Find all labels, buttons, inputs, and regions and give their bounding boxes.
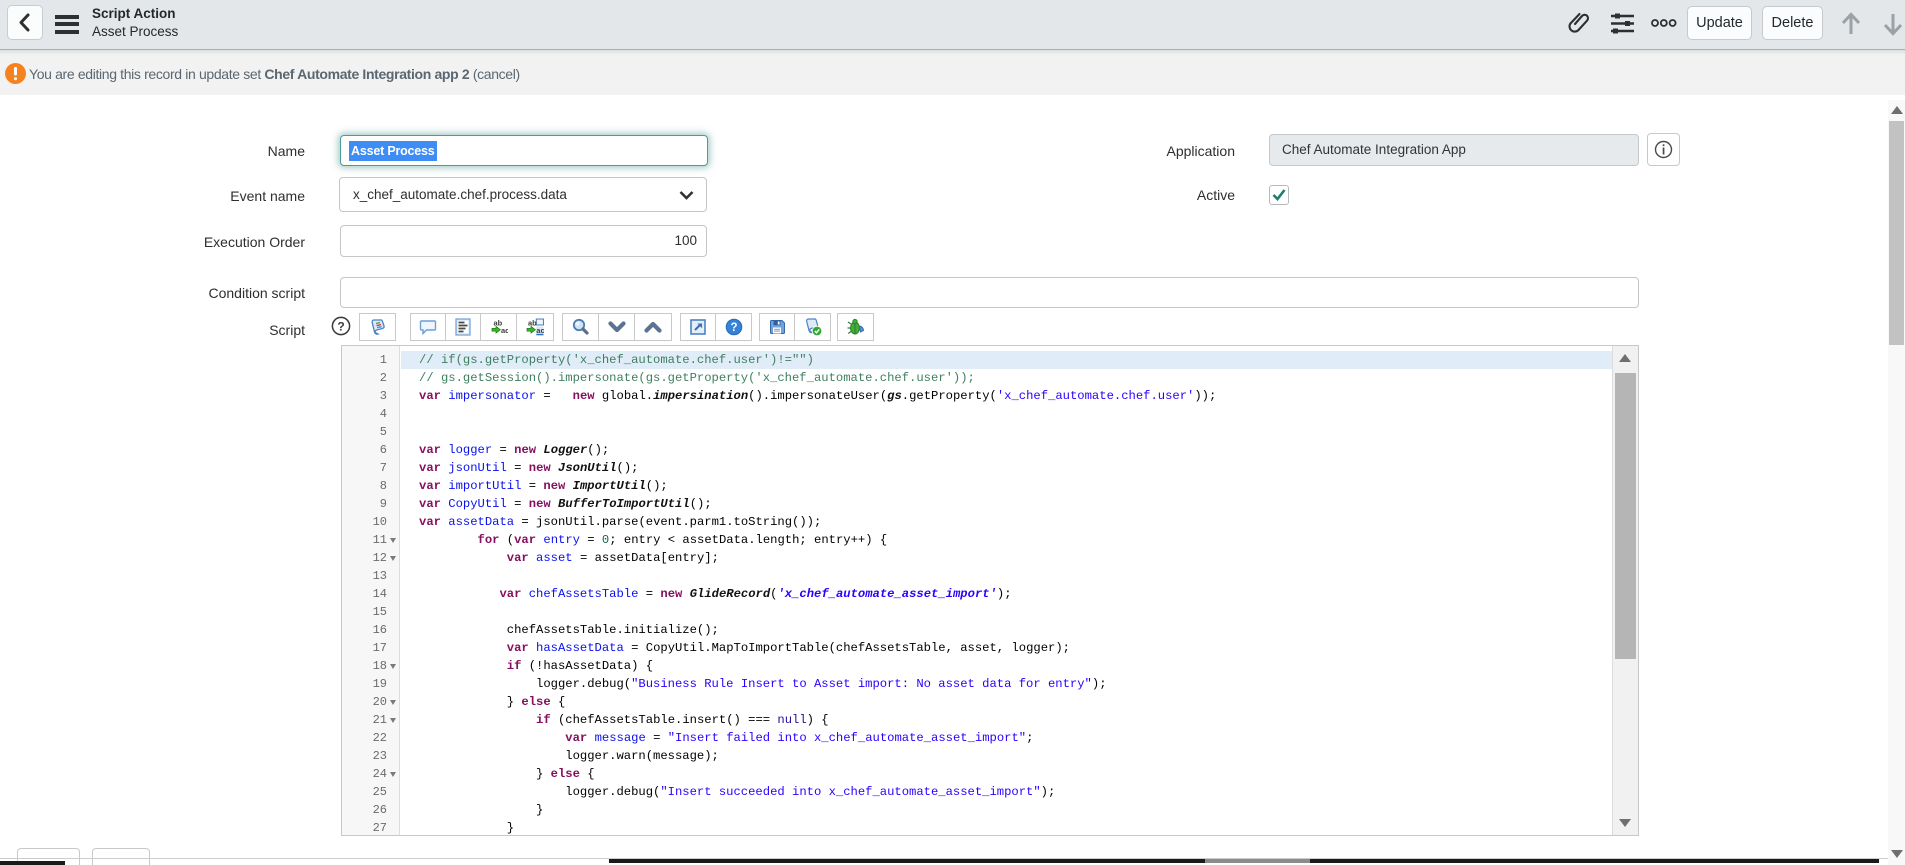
svg-text:ac: ac: [501, 326, 508, 335]
svg-text:?: ?: [730, 322, 737, 334]
svg-text:ac: ac: [536, 326, 544, 335]
svg-text:?: ?: [337, 319, 344, 333]
